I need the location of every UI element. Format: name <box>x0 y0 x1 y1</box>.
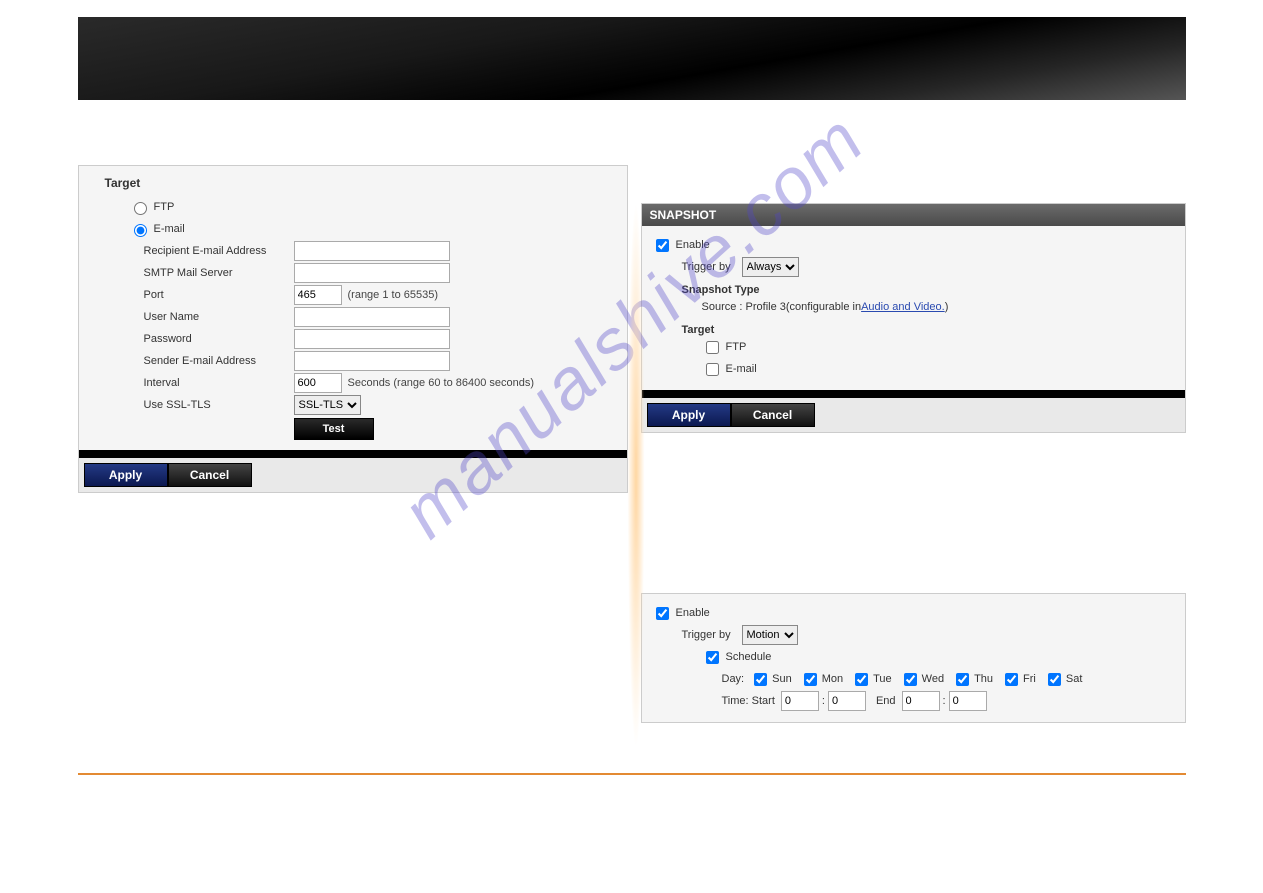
trigger-by-label: Trigger by <box>682 261 742 273</box>
port-label: Port <box>144 289 294 301</box>
target-heading: Target <box>105 176 617 190</box>
time-colon-2: : <box>943 695 946 707</box>
cancel-button-right[interactable]: Cancel <box>731 403 815 427</box>
username-input[interactable] <box>294 307 450 327</box>
cancel-button-left[interactable]: Cancel <box>168 463 252 487</box>
snapshot-source-prefix: Source : Profile 3(configurable in <box>702 301 862 313</box>
day-sun-label: Sun <box>772 673 792 685</box>
snapshot-panel: SNAPSHOT Enable Trigger by Always Snapsh… <box>641 203 1186 433</box>
day-thu-checkbox[interactable] <box>956 673 969 686</box>
snapshot-email-label: E-mail <box>726 363 757 375</box>
password-label: Password <box>144 333 294 345</box>
schedule-trigger-select[interactable]: Motion <box>742 625 798 645</box>
interval-hint: Seconds (range 60 to 86400 seconds) <box>348 377 535 389</box>
schedule-panel: Enable Trigger by Motion Schedule Day: S… <box>641 593 1186 723</box>
smtp-label: SMTP Mail Server <box>144 267 294 279</box>
port-input[interactable] <box>294 285 342 305</box>
sender-input[interactable] <box>294 351 450 371</box>
time-colon-1: : <box>822 695 825 707</box>
ssl-label: Use SSL-TLS <box>144 399 294 411</box>
snapshot-enable-checkbox[interactable] <box>656 239 669 252</box>
apply-button-right[interactable]: Apply <box>647 403 731 427</box>
snapshot-target-heading: Target <box>682 324 1175 336</box>
password-input[interactable] <box>294 329 450 349</box>
target-panel: Target FTP E-mail Recipient E-mail Addre… <box>78 165 628 493</box>
port-hint: (range 1 to 65535) <box>348 289 439 301</box>
time-end-mm[interactable] <box>949 691 987 711</box>
test-button[interactable]: Test <box>294 418 374 440</box>
email-radio-label: E-mail <box>154 223 185 235</box>
day-tue-checkbox[interactable] <box>855 673 868 686</box>
time-start-label: Time: Start <box>722 695 775 707</box>
header-banner <box>78 17 1186 100</box>
day-label: Day: <box>722 673 745 685</box>
schedule-enable-checkbox[interactable] <box>656 607 669 620</box>
content-row: manualshive.com Target FTP E-mail Recipi… <box>78 165 1186 723</box>
audio-video-link[interactable]: Audio and Video. <box>861 301 945 313</box>
apply-button-left[interactable]: Apply <box>84 463 168 487</box>
day-tue-label: Tue <box>873 673 892 685</box>
username-label: User Name <box>144 311 294 323</box>
time-end-hh[interactable] <box>902 691 940 711</box>
panel-separator <box>79 450 627 458</box>
recipient-label: Recipient E-mail Address <box>144 245 294 257</box>
snapshot-source-suffix: ) <box>945 301 949 313</box>
snapshot-ftp-checkbox[interactable] <box>706 341 719 354</box>
schedule-trigger-label: Trigger by <box>682 629 742 641</box>
snapshot-email-checkbox[interactable] <box>706 363 719 376</box>
ftp-radio[interactable] <box>134 202 147 215</box>
day-wed-label: Wed <box>922 673 944 685</box>
sender-label: Sender E-mail Address <box>144 355 294 367</box>
day-thu-label: Thu <box>974 673 993 685</box>
day-mon-checkbox[interactable] <box>804 673 817 686</box>
time-start-mm[interactable] <box>828 691 866 711</box>
snapshot-title: SNAPSHOT <box>642 204 1185 226</box>
smtp-input[interactable] <box>294 263 450 283</box>
interval-label: Interval <box>144 377 294 389</box>
day-sat-label: Sat <box>1066 673 1083 685</box>
snapshot-enable-label: Enable <box>676 239 710 251</box>
time-end-label: End <box>876 695 896 707</box>
schedule-enable-label: Enable <box>676 607 710 619</box>
panel-separator-2 <box>642 390 1185 398</box>
day-mon-label: Mon <box>822 673 843 685</box>
day-sun-checkbox[interactable] <box>754 673 767 686</box>
trigger-by-select[interactable]: Always <box>742 257 799 277</box>
recipient-input[interactable] <box>294 241 450 261</box>
interval-input[interactable] <box>294 373 342 393</box>
ftp-radio-label: FTP <box>154 201 175 213</box>
email-radio[interactable] <box>134 224 147 237</box>
day-sat-checkbox[interactable] <box>1048 673 1061 686</box>
snapshot-ftp-label: FTP <box>726 341 747 353</box>
day-wed-checkbox[interactable] <box>904 673 917 686</box>
day-fri-checkbox[interactable] <box>1005 673 1018 686</box>
snapshot-type-heading: Snapshot Type <box>682 284 1175 296</box>
schedule-checkbox[interactable] <box>706 651 719 664</box>
time-start-hh[interactable] <box>781 691 819 711</box>
day-fri-label: Fri <box>1023 673 1036 685</box>
schedule-label: Schedule <box>726 651 772 663</box>
footer-rule <box>78 773 1186 775</box>
ssl-select[interactable]: SSL-TLS <box>294 395 361 415</box>
